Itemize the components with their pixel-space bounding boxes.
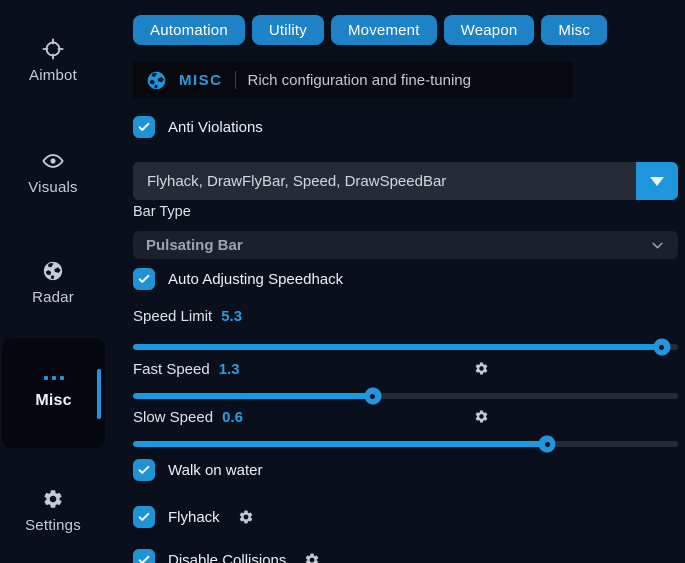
active-indicator <box>97 369 101 419</box>
slider-track[interactable] <box>133 344 678 350</box>
anti-violations-row: Anti Violations <box>133 115 263 139</box>
slider-thumb[interactable] <box>653 339 670 356</box>
slider-thumb[interactable] <box>539 436 556 453</box>
sidebar-item-label: Aimbot <box>29 67 77 84</box>
speed-limit-slider <box>133 344 678 350</box>
slider-fill <box>133 393 373 399</box>
fast-speed-gear-icon[interactable] <box>474 361 489 376</box>
sidebar-item-label: Settings <box>25 517 81 534</box>
bar-type-value: Pulsating Bar <box>146 237 243 254</box>
globe-icon <box>42 260 64 282</box>
tab-movement[interactable]: Movement <box>331 15 437 45</box>
slow-speed-label: Slow Speed <box>133 409 213 426</box>
slow-speed-label-row: Slow Speed 0.6 <box>133 409 678 429</box>
sidebar: Aimbot Visuals Radar Misc Settings <box>0 0 133 563</box>
tab-automation[interactable]: Automation <box>133 15 245 45</box>
walk-on-water-checkbox[interactable] <box>133 459 155 481</box>
walk-on-water-label: Walk on water <box>168 462 262 479</box>
slider-track[interactable] <box>133 393 678 399</box>
section-title: MISC <box>179 72 223 89</box>
flyhack-row: Flyhack <box>133 505 254 529</box>
disable-collisions-row: Disable Collisions <box>133 548 320 563</box>
sidebar-item-settings[interactable]: Settings <box>0 488 106 534</box>
features-value: Flyhack, DrawFlyBar, Speed, DrawSpeedBar <box>133 173 636 190</box>
auto-adjusting-checkbox[interactable] <box>133 268 155 290</box>
gear-icon <box>42 488 64 510</box>
section-header: MISC Rich configuration and fine-tuning <box>133 62 573 98</box>
fast-speed-label: Fast Speed <box>133 361 210 378</box>
globe-icon <box>146 70 167 91</box>
divider <box>235 71 236 89</box>
disable-collisions-checkbox[interactable] <box>133 549 155 563</box>
slow-speed-value: 0.6 <box>222 409 243 426</box>
bar-type-select[interactable]: Pulsating Bar <box>133 231 678 259</box>
triangle-down-icon <box>650 177 664 186</box>
anti-violations-label: Anti Violations <box>168 119 263 136</box>
bar-type-label: Bar Type <box>133 204 191 220</box>
sidebar-item-radar[interactable]: Radar <box>0 260 106 306</box>
flyhack-gear-icon[interactable] <box>238 509 254 525</box>
slow-speed-slider <box>133 441 678 447</box>
tab-weapon[interactable]: Weapon <box>444 15 535 45</box>
slow-speed-gear-icon[interactable] <box>474 409 489 424</box>
disable-collisions-label: Disable Collisions <box>168 552 286 563</box>
section-subtitle: Rich configuration and fine-tuning <box>248 72 471 89</box>
flyhack-label: Flyhack <box>168 509 220 526</box>
sidebar-item-misc[interactable]: Misc <box>2 338 105 448</box>
crosshair-icon <box>42 38 64 60</box>
tab-misc[interactable]: Misc <box>541 15 607 45</box>
fast-speed-label-row: Fast Speed 1.3 <box>133 361 678 381</box>
auto-adjusting-row: Auto Adjusting Speedhack <box>133 267 343 291</box>
speed-limit-label: Speed Limit <box>133 308 212 325</box>
chevron-down-icon <box>650 238 665 253</box>
sidebar-item-aimbot[interactable]: Aimbot <box>0 38 106 84</box>
disable-collisions-gear-icon[interactable] <box>304 552 320 563</box>
flyhack-checkbox[interactable] <box>133 506 155 528</box>
features-multiselect[interactable]: Flyhack, DrawFlyBar, Speed, DrawSpeedBar <box>133 162 678 200</box>
check-icon <box>137 463 151 477</box>
eye-icon <box>42 150 64 172</box>
anti-violations-checkbox[interactable] <box>133 116 155 138</box>
sidebar-item-label: Radar <box>32 289 74 306</box>
slider-fill <box>133 344 662 350</box>
fast-speed-value: 1.3 <box>219 361 240 378</box>
sidebar-item-visuals[interactable]: Visuals <box>0 150 106 196</box>
tab-utility[interactable]: Utility <box>252 15 324 45</box>
auto-adjusting-label: Auto Adjusting Speedhack <box>168 271 343 288</box>
slider-thumb[interactable] <box>364 388 381 405</box>
check-icon <box>137 272 151 286</box>
walk-on-water-row: Walk on water <box>133 458 262 482</box>
check-icon <box>137 510 151 524</box>
fast-speed-slider <box>133 393 678 399</box>
app-window: Aimbot Visuals Radar Misc Settings Autom… <box>0 0 685 563</box>
category-tabs: Automation Utility Movement Weapon Misc <box>133 15 607 45</box>
speed-limit-value: 5.3 <box>221 308 242 325</box>
sidebar-item-label: Visuals <box>28 179 77 196</box>
slider-track[interactable] <box>133 441 678 447</box>
features-dropdown-button[interactable] <box>636 162 678 200</box>
sidebar-item-label: Misc <box>35 392 71 410</box>
check-icon <box>137 553 151 563</box>
check-icon <box>137 120 151 134</box>
slider-fill <box>133 441 547 447</box>
main-panel: Automation Utility Movement Weapon Misc … <box>133 0 678 563</box>
ellipsis-icon <box>44 376 64 380</box>
speed-limit-label-row: Speed Limit 5.3 <box>133 308 678 328</box>
